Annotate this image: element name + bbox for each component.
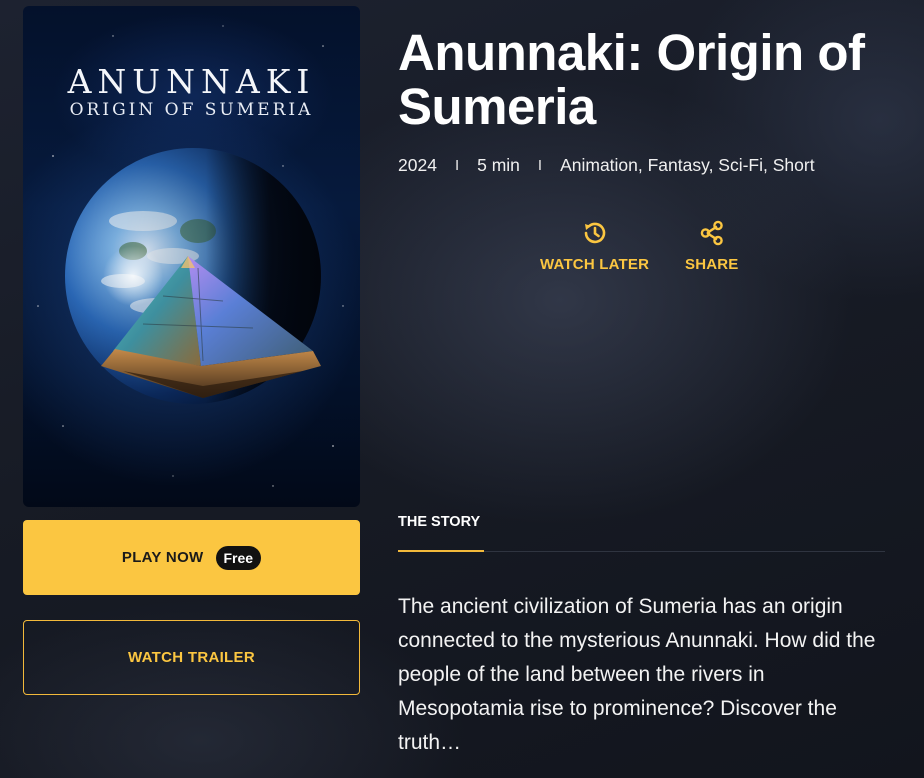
meta-separator: I — [537, 157, 543, 174]
free-badge: Free — [215, 545, 262, 570]
movie-duration: 5 min — [477, 155, 520, 175]
history-clock-icon — [584, 222, 605, 244]
meta-separator: I — [454, 157, 460, 174]
story-description: The ancient civilization of Sumeria has … — [398, 595, 876, 754]
tab-active-indicator — [398, 550, 484, 552]
share-button[interactable]: SHARE — [685, 218, 739, 273]
movie-genres: Animation, Fantasy, Sci-Fi, Short — [560, 155, 815, 175]
tab-the-story[interactable]: THE STORY — [398, 514, 480, 530]
play-now-button[interactable]: PLAY NOW Free — [23, 520, 360, 595]
share-label: SHARE — [685, 256, 739, 273]
movie-poster: ANUNNAKI ORIGIN OF SUMERIA — [23, 6, 360, 507]
watch-later-label: WATCH LATER — [540, 256, 650, 273]
watch-later-button[interactable]: WATCH LATER — [540, 218, 649, 273]
movie-year: 2024 — [398, 155, 437, 175]
watch-trailer-button[interactable]: WATCH TRAILER — [23, 620, 360, 695]
poster-title: ANUNNAKI — [67, 62, 316, 101]
movie-title: Anunnaki: Origin of Sumeria — [398, 24, 865, 135]
watch-trailer-label: WATCH TRAILER — [128, 649, 255, 666]
movie-meta: 2024 I 5 min I Animation, Fantasy, Sci-F… — [398, 155, 815, 176]
poster-subtitle: ORIGIN OF SUMERIA — [69, 100, 314, 120]
play-now-label: PLAY NOW — [121, 549, 204, 566]
share-nodes-icon — [700, 220, 723, 246]
